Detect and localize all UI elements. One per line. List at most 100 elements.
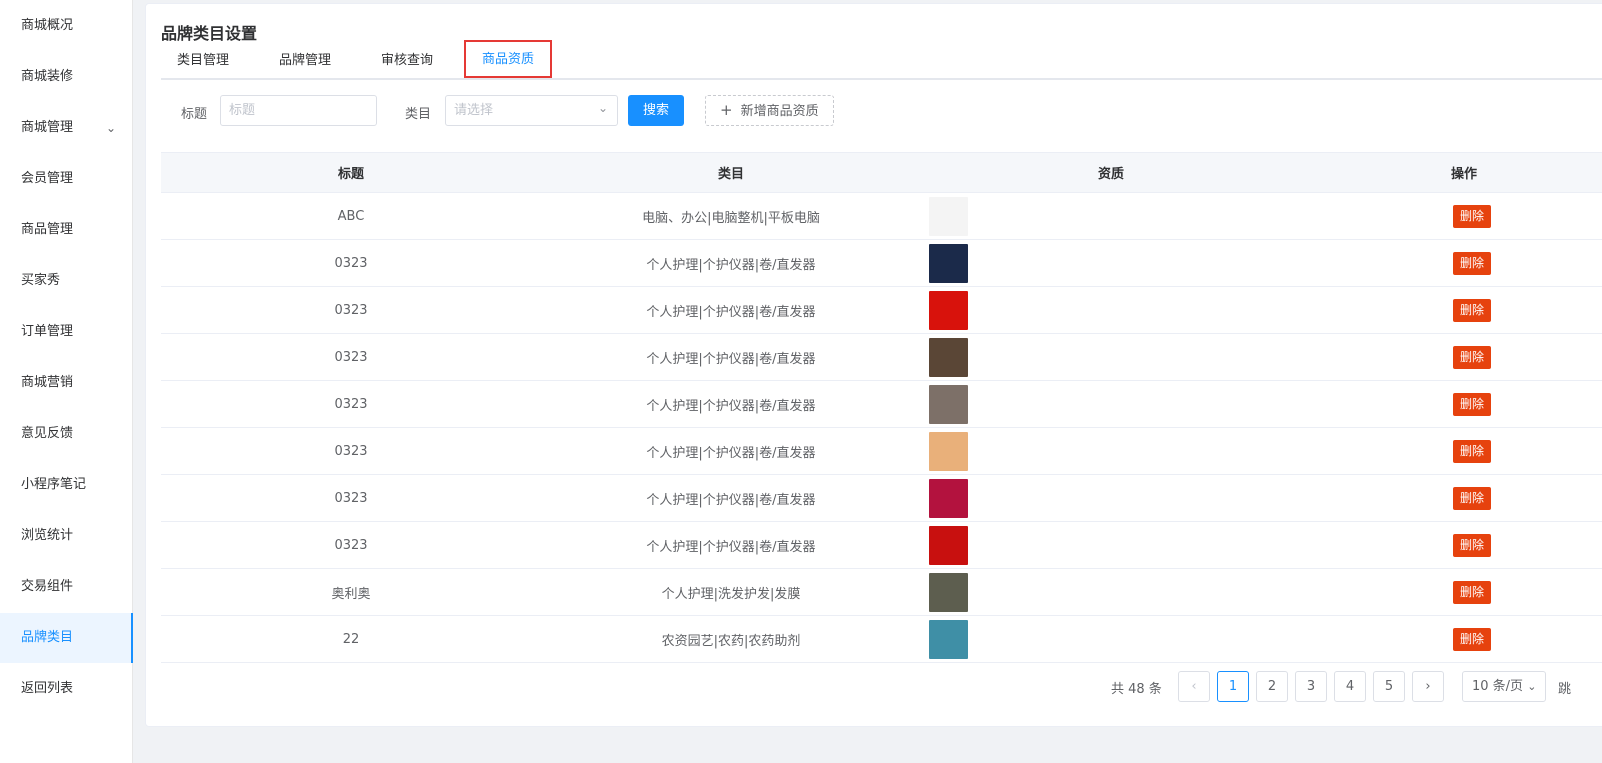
qualification-image[interactable] <box>929 243 968 283</box>
tab-category-management[interactable]: 类目管理 <box>177 44 229 78</box>
cell-title: 22 <box>161 615 541 663</box>
next-page-button[interactable]: › <box>1412 671 1444 702</box>
table-row: 奥利奥 个人护理|洗发护发|发膜 删除 <box>161 568 1602 616</box>
sidebar-item-overview[interactable]: 商城概况 <box>0 1 133 51</box>
qualification-image[interactable] <box>929 384 968 424</box>
main-card: 品牌类目设置 类目管理 品牌管理 审核查询 商品资质 标题 类目 ⌄ 搜索 + 新… <box>145 3 1602 727</box>
qualification-image[interactable] <box>929 196 968 236</box>
cell-title: 0323 <box>161 239 541 287</box>
sidebar-item-label: 商品管理 <box>21 222 74 237</box>
search-button[interactable]: 搜索 <box>628 95 685 126</box>
cell-actions: 删除 <box>1301 427 1602 475</box>
sidebar-item-notes[interactable]: 小程序笔记 <box>0 460 133 510</box>
cell-qualification <box>921 427 1301 475</box>
qualification-image[interactable] <box>929 431 968 471</box>
page-button[interactable]: 3 <box>1295 671 1327 702</box>
table-row: 0323 个人护理|个护仪器|卷/直发器 删除 <box>161 380 1602 428</box>
delete-button[interactable]: 删除 <box>1453 439 1492 463</box>
cell-qualification <box>921 474 1301 522</box>
sidebar-item-label: 商城概况 <box>21 18 74 33</box>
qualification-image[interactable] <box>929 572 968 612</box>
sidebar-item-brand-category[interactable]: 品牌类目 <box>0 613 133 663</box>
sidebar-item-decoration[interactable]: 商城装修 <box>0 52 133 102</box>
qualification-image[interactable] <box>929 337 968 377</box>
chevron-down-icon: ⌄ <box>598 101 609 115</box>
cell-title: 0323 <box>161 427 541 475</box>
cell-title: 0323 <box>161 521 541 569</box>
qualification-image[interactable] <box>929 619 968 659</box>
column-header-category: 类目 <box>541 152 921 193</box>
cell-category: 个人护理|个护仪器|卷/直发器 <box>541 380 921 428</box>
sidebar-item-label: 商城管理 <box>21 120 74 135</box>
delete-button[interactable]: 删除 <box>1453 486 1492 510</box>
sidebar-item-label: 订单管理 <box>21 324 74 339</box>
cell-qualification <box>921 521 1301 569</box>
column-header-qualification: 资质 <box>921 152 1301 193</box>
delete-button[interactable]: 删除 <box>1453 627 1492 651</box>
qualification-table: 标题 类目 资质 操作 ABC 电脑、办公|电脑整机|平板电脑 删除 0323 个人护理… <box>161 152 1602 663</box>
sidebar-item-members[interactable]: 会员管理 <box>0 154 133 204</box>
sidebar-item-orders[interactable]: 订单管理 <box>0 307 133 357</box>
cell-actions: 删除 <box>1301 380 1602 428</box>
chevron-down-icon: ⌄ <box>106 121 117 135</box>
sidebar-item-label: 商城装修 <box>21 69 74 84</box>
sidebar-item-marketing[interactable]: 商城营销 <box>0 358 133 408</box>
sidebar-item-trade-component[interactable]: 交易组件 <box>0 562 133 612</box>
column-header-actions: 操作 <box>1301 152 1602 193</box>
page-title: 品牌类目设置 <box>161 24 258 43</box>
cell-qualification <box>921 286 1301 334</box>
delete-button[interactable]: 删除 <box>1453 580 1492 604</box>
sidebar-item-label: 商城营销 <box>21 375 74 390</box>
sidebar: 商城概况 商城装修 商城管理 ⌄ 会员管理 商品管理 买家秀 订单管理 商城营销 … <box>0 0 133 763</box>
title-input[interactable] <box>220 95 377 126</box>
cell-category: 个人护理|个护仪器|卷/直发器 <box>541 333 921 381</box>
sidebar-item-feedback[interactable]: 意见反馈 <box>0 409 133 459</box>
qualification-image[interactable] <box>929 478 968 518</box>
column-header-title: 标题 <box>161 152 541 193</box>
sidebar-item-statistics[interactable]: 浏览统计 <box>0 511 133 561</box>
tab-brand-management[interactable]: 品牌管理 <box>279 44 331 78</box>
page-size-select[interactable]: 10 条/页 ⌄ <box>1462 671 1546 702</box>
jump-label: 跳 <box>1558 682 1572 697</box>
cell-actions: 删除 <box>1301 333 1602 381</box>
title-filter-label: 标题 <box>181 107 208 122</box>
tab-review-query[interactable]: 审核查询 <box>381 44 433 78</box>
add-qualification-button[interactable]: + 新增商品资质 <box>705 95 834 126</box>
cell-qualification <box>921 333 1301 381</box>
page-button[interactable]: 5 <box>1373 671 1405 702</box>
tab-product-qualification[interactable]: 商品资质 <box>464 40 553 78</box>
qualification-image[interactable] <box>929 290 968 330</box>
delete-button[interactable]: 删除 <box>1453 392 1492 416</box>
delete-button[interactable]: 删除 <box>1453 204 1492 228</box>
delete-button[interactable]: 删除 <box>1453 251 1492 275</box>
page-button[interactable]: 1 <box>1217 671 1249 702</box>
delete-button[interactable]: 删除 <box>1453 298 1492 322</box>
plus-icon: + <box>720 101 733 119</box>
delete-button[interactable]: 删除 <box>1453 533 1492 557</box>
sidebar-item-buyer-show[interactable]: 买家秀 <box>0 256 133 306</box>
delete-button[interactable]: 删除 <box>1453 345 1492 369</box>
table-row: 0323 个人护理|个护仪器|卷/直发器 删除 <box>161 286 1602 334</box>
sidebar-item-label: 交易组件 <box>21 579 74 594</box>
cell-qualification <box>921 380 1301 428</box>
cell-category: 农资园艺|农药|农药助剂 <box>541 615 921 663</box>
table-row: 0323 个人护理|个护仪器|卷/直发器 删除 <box>161 427 1602 475</box>
qualification-image[interactable] <box>929 525 968 565</box>
cell-title: 奥利奥 <box>161 568 541 616</box>
page-button[interactable]: 4 <box>1334 671 1366 702</box>
page-button[interactable]: 2 <box>1256 671 1288 702</box>
cell-actions: 删除 <box>1301 239 1602 287</box>
sidebar-item-back[interactable]: 返回列表 <box>0 664 133 714</box>
sidebar-item-products[interactable]: 商品管理 <box>0 205 133 255</box>
table-row: 0323 个人护理|个护仪器|卷/直发器 删除 <box>161 333 1602 381</box>
page-size-label: 10 条/页 <box>1472 679 1524 694</box>
table-row: 0323 个人护理|个护仪器|卷/直发器 删除 <box>161 521 1602 569</box>
cell-category: 个人护理|个护仪器|卷/直发器 <box>541 427 921 475</box>
prev-page-button[interactable]: ‹ <box>1178 671 1210 702</box>
category-select[interactable] <box>445 95 618 126</box>
cell-actions: 删除 <box>1301 192 1602 240</box>
sidebar-item-mall-management[interactable]: 商城管理 ⌄ <box>0 103 133 153</box>
sidebar-item-label: 买家秀 <box>21 273 61 288</box>
cell-qualification <box>921 239 1301 287</box>
cell-title: 0323 <box>161 333 541 381</box>
